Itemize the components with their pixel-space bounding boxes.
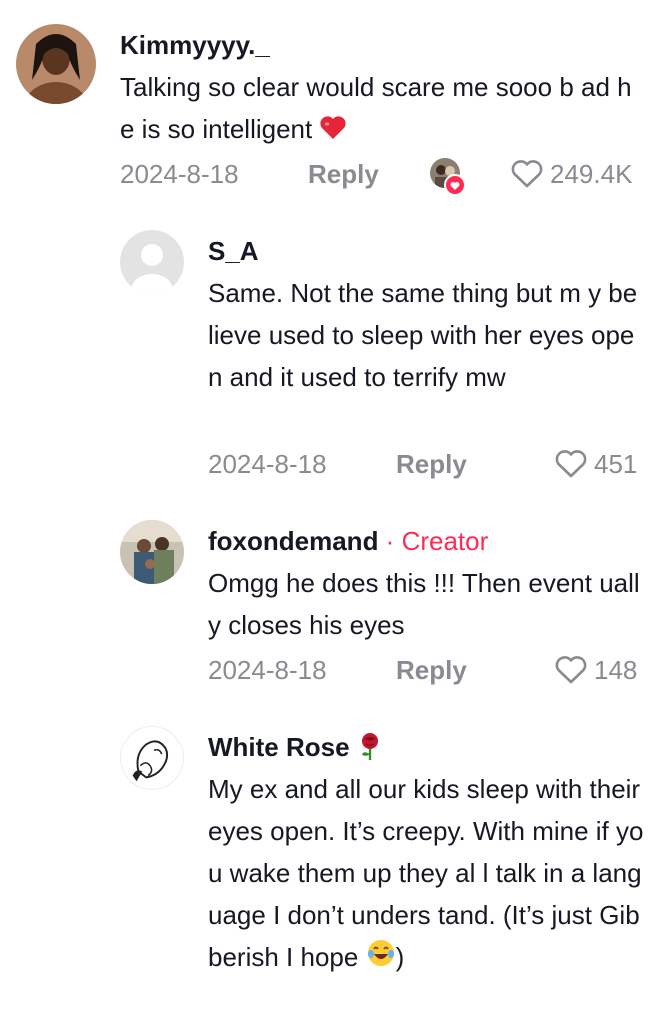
comment-text: Same. Not the same thing but m y believe… — [208, 278, 638, 392]
heart-outline-icon — [511, 160, 543, 188]
heart-outline-icon — [555, 450, 587, 478]
comment-text-end: ) — [395, 942, 405, 972]
heart-outline-icon — [555, 656, 587, 684]
comment-username[interactable]: Kimmyyyy._ — [120, 30, 270, 60]
like-button[interactable]: 249.4K — [510, 158, 632, 190]
avatar[interactable] — [120, 726, 184, 790]
reply-button[interactable]: Reply — [396, 654, 467, 686]
reply-button[interactable]: Reply — [396, 448, 467, 480]
comment-text-content: My ex and all our kids sleep with their … — [208, 774, 644, 972]
comment-text: Omgg he does this !!! Then event ually c… — [208, 568, 640, 640]
comment-date: 2024-8-18 — [120, 159, 239, 189]
comment-username: White Rose — [208, 732, 383, 766]
comment-username: foxondemand · Creator — [208, 526, 488, 556]
heart-icon — [444, 174, 466, 196]
laughing-emoji-icon — [366, 938, 396, 980]
creator-badge: Creator — [401, 526, 489, 556]
liked-by-creator-badge — [430, 158, 466, 196]
like-button[interactable]: 148 — [554, 654, 637, 686]
username-text[interactable]: foxondemand — [208, 526, 378, 556]
rose-emoji-icon — [357, 732, 383, 766]
like-button[interactable]: 451 — [554, 448, 637, 480]
reply-button[interactable]: Reply — [308, 158, 379, 190]
heart-emoji-icon — [319, 110, 347, 152]
username-text[interactable]: White Rose — [208, 732, 350, 762]
comment-text: Talking so clear would scare me sooo b a… — [120, 66, 640, 152]
comment-text: My ex and all our kids sleep with their … — [208, 768, 644, 980]
comment-username[interactable]: S_A — [208, 236, 259, 266]
comment-date: 2024-8-18 — [208, 655, 327, 685]
avatar[interactable] — [120, 230, 184, 294]
like-count: 249.4K — [550, 159, 633, 189]
avatar[interactable] — [120, 520, 184, 584]
like-count: 451 — [594, 449, 638, 479]
comment-date: 2024-8-18 — [208, 449, 327, 479]
like-count: 148 — [594, 655, 638, 685]
avatar[interactable] — [16, 24, 96, 104]
creator-separator: · — [378, 526, 402, 556]
comment-text-content: Talking so clear would scare me sooo b a… — [120, 72, 632, 144]
